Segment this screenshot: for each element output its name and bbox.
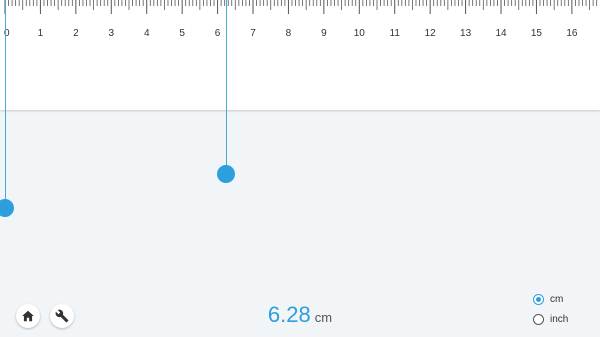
ruler-tick-label: 11 xyxy=(389,28,400,39)
ruler-tick-label: 5 xyxy=(179,28,185,39)
cm-radio[interactable] xyxy=(533,293,544,305)
ruler-tick-label: 6 xyxy=(214,28,221,39)
ruler-tick-label: 12 xyxy=(424,28,436,39)
unit-option-inch[interactable]: inch xyxy=(533,312,568,326)
measurement-readout: 6.28 cm xyxy=(0,302,600,328)
ruler-tick-label: 3 xyxy=(108,28,115,39)
ruler-ticks xyxy=(4,0,598,14)
ruler-tick-label: 13 xyxy=(460,28,472,39)
left-measure-handle[interactable] xyxy=(0,199,14,217)
ruler-tick-label: 15 xyxy=(530,28,542,39)
ruler-tick-label: 1 xyxy=(37,28,44,39)
cm-label: cm xyxy=(550,293,564,305)
ruler-tick-label: 7 xyxy=(250,28,256,39)
ruler-tick-label: 16 xyxy=(566,28,578,39)
left-guide-line xyxy=(5,0,6,208)
ruler-tick-label: 10 xyxy=(353,28,365,39)
inch-radio[interactable] xyxy=(533,313,544,325)
unit-option-cm[interactable]: cm xyxy=(533,292,563,306)
inch-label: inch xyxy=(550,313,569,325)
measurement-value: 6.28 xyxy=(267,302,311,327)
ruler: 0 1 2 3 4 5 6 7 8 9 10 11 12 13 14 15 16 xyxy=(0,0,600,110)
measurement-unit: cm xyxy=(314,310,333,325)
ruler-tick-label: 14 xyxy=(495,28,507,39)
ruler-tick-label: 9 xyxy=(321,28,327,39)
right-measure-handle[interactable] xyxy=(217,165,235,183)
ruler-tick-label: 8 xyxy=(285,28,292,39)
ruler-tick-label: 4 xyxy=(143,28,150,39)
ruler-tick-label: 2 xyxy=(73,28,79,39)
right-guide-line xyxy=(226,0,227,174)
